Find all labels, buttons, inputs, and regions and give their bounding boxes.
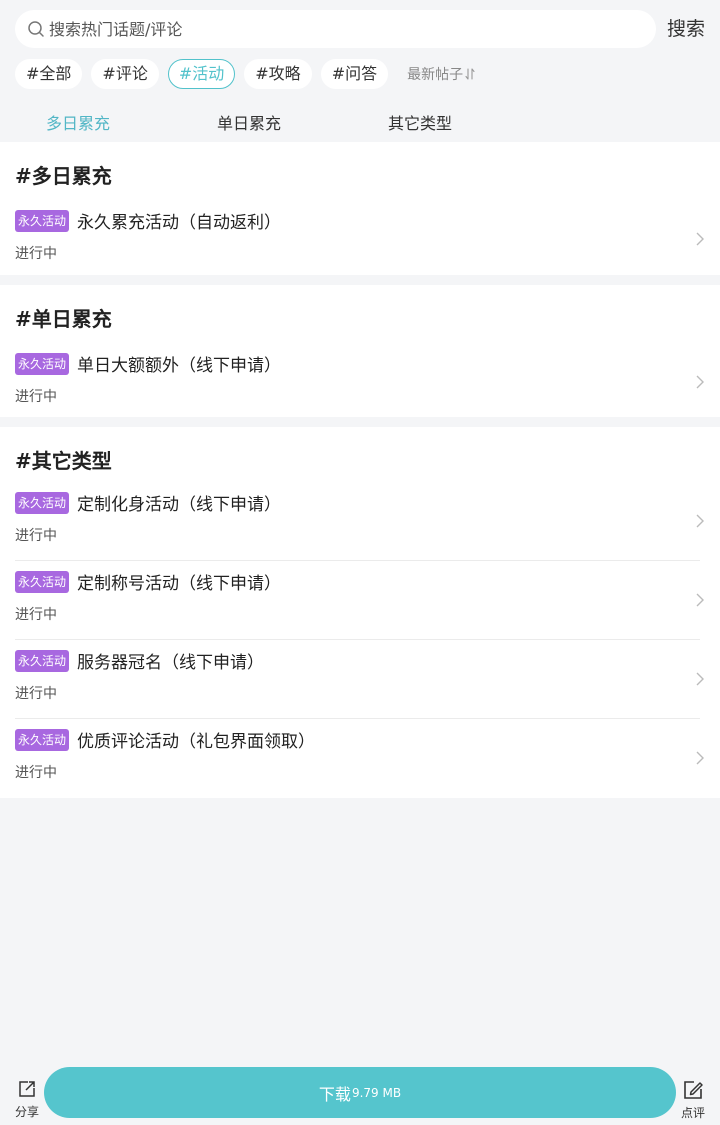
search-input[interactable]: [49, 19, 629, 39]
item-status: 进行中: [15, 765, 57, 781]
sort-label: 最新帖子: [407, 67, 464, 83]
chevron-right-icon: [696, 232, 704, 246]
section-multi-day-recharge: #多日累充 永久活动 永久累充活动（自动返利） 进行中: [0, 142, 720, 275]
share-label: 分享: [14, 1105, 39, 1119]
item-status: 进行中: [15, 389, 57, 405]
activity-page: 搜索 #全部 #评论 #活动 #攻略 #问答 最新帖子 多日累充 单日累充 其它…: [0, 0, 720, 1125]
chevron-right-icon: [696, 593, 704, 607]
tab-multi-day-recharge[interactable]: 多日累充: [46, 110, 110, 134]
permanent-activity-tag: 永久活动: [15, 729, 70, 751]
hashtag-filter-bar: #全部 #评论 #活动 #攻略 #问答 最新帖子: [15, 59, 475, 89]
review-label: 点评: [680, 1106, 705, 1120]
list-item[interactable]: 永久活动 永久累充活动（自动返利） 进行中: [0, 200, 720, 279]
chip-activities[interactable]: #活动: [167, 59, 236, 89]
share-button[interactable]: 分享: [12, 1079, 42, 1120]
item-title: 优质评论活动（礼包界面领取）: [77, 732, 315, 752]
item-title: 永久累充活动（自动返利）: [77, 213, 281, 233]
chevron-right-icon: [696, 514, 704, 528]
search-button[interactable]: 搜索: [667, 10, 705, 48]
item-title: 服务器冠名（线下申请）: [77, 653, 264, 673]
section-title: #多日累充: [15, 164, 112, 188]
sort-latest-button[interactable]: 最新帖子: [407, 64, 475, 84]
item-title: 定制化身活动（线下申请）: [77, 495, 281, 515]
list-item[interactable]: 永久活动 服务器冠名（线下申请） 进行中: [0, 640, 720, 719]
permanent-activity-tag: 永久活动: [15, 353, 70, 375]
permanent-activity-tag: 永久活动: [15, 650, 70, 672]
item-status: 进行中: [15, 686, 57, 702]
chip-all[interactable]: #全部: [15, 59, 83, 89]
search-icon: [28, 21, 44, 37]
search-row: 搜索: [15, 10, 705, 48]
chevron-right-icon: [696, 751, 704, 765]
list-item[interactable]: 永久活动 单日大额额外（线下申请） 进行中: [0, 343, 720, 422]
tab-other-types[interactable]: 其它类型: [388, 110, 452, 134]
chip-guides[interactable]: #攻略: [244, 59, 312, 89]
bottom-action-bar: 分享 下载 9.79 MB 点评: [0, 1063, 720, 1125]
edit-review-icon: [684, 1081, 703, 1099]
tab-single-day-recharge[interactable]: 单日累充: [217, 110, 281, 134]
download-button[interactable]: 下载 9.79 MB: [44, 1067, 676, 1118]
chevron-right-icon: [696, 672, 704, 686]
share-icon: [19, 1081, 35, 1097]
section-title: #单日累充: [15, 307, 112, 331]
item-status: 进行中: [15, 607, 57, 623]
chip-comments[interactable]: #评论: [91, 59, 159, 89]
list-item[interactable]: 永久活动 优质评论活动（礼包界面领取） 进行中: [0, 719, 720, 798]
section-single-day-recharge: #单日累充 永久活动 单日大额额外（线下申请） 进行中: [0, 285, 720, 417]
item-title: 定制称号活动（线下申请）: [77, 574, 281, 594]
item-status: 进行中: [15, 528, 57, 544]
permanent-activity-tag: 永久活动: [15, 571, 70, 593]
permanent-activity-tag: 永久活动: [15, 210, 70, 232]
download-size: 9.79 MB: [351, 1085, 402, 1100]
item-status: 进行中: [15, 246, 57, 262]
category-tabs: 多日累充 单日累充 其它类型: [0, 100, 720, 140]
section-title: #其它类型: [15, 449, 112, 473]
list-item[interactable]: 永久活动 定制称号活动（线下申请） 进行中: [0, 561, 720, 640]
sort-arrows-icon: [465, 68, 475, 80]
item-title: 单日大额额外（线下申请）: [77, 356, 281, 376]
permanent-activity-tag: 永久活动: [15, 492, 70, 514]
section-other-types: #其它类型 永久活动 定制化身活动（线下申请） 进行中 永久活动 定制称号活动（…: [0, 427, 720, 798]
download-label: 下载: [318, 1084, 351, 1104]
search-box[interactable]: [15, 10, 656, 48]
chevron-right-icon: [696, 375, 704, 389]
review-button[interactable]: 点评: [678, 1079, 708, 1121]
chip-qa[interactable]: #问答: [320, 59, 389, 89]
list-item[interactable]: 永久活动 定制化身活动（线下申请） 进行中: [0, 482, 720, 561]
